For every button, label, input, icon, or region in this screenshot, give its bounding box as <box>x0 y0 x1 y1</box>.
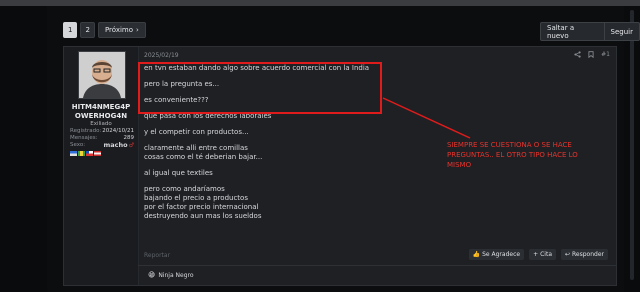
annotation-text: SIEMPRE SE CUESTIONA O SE HACE PREGUNTAS… <box>447 140 578 170</box>
annotation-line: PREGUNTAS.. EL OTRO TIPO HACE LO <box>447 151 578 159</box>
annotation-line: MISMO <box>447 161 472 169</box>
annotation-line: SIEMPRE SE CUESTIONA O SE HACE <box>447 141 572 149</box>
